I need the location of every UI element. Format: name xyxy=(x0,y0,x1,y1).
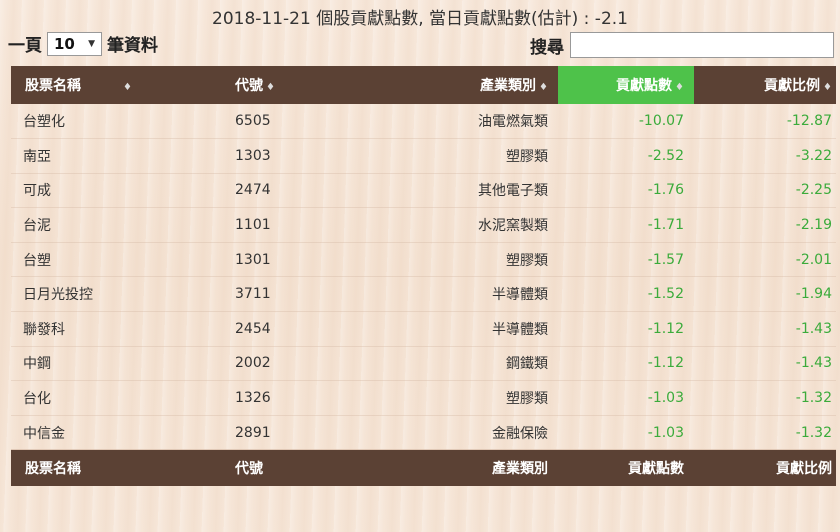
chevron-down-icon: ▼ xyxy=(88,38,95,49)
stock-code: 2454 xyxy=(235,320,271,337)
stock-name: 台塑化 xyxy=(23,114,65,131)
contribution-ratio: -1.94 xyxy=(795,286,832,303)
table-row: 台塑 1301 塑膠類 -1.57 -2.01 xyxy=(11,242,836,277)
stock-name: 日月光投控 xyxy=(23,287,93,304)
contribution-table: 股票名稱 ♦ 代號 ♦ 產業類別 ♦ 貢獻點數 ♦ 貢獻比例 ♦ 台塑化 6505 油電燃… xyxy=(11,66,836,486)
page-length-select[interactable]: 10 ▼ xyxy=(47,31,102,56)
page-length-suffix: 筆資料 xyxy=(107,36,158,56)
industry: 半導體類 xyxy=(492,287,548,304)
stock-name: 台塑 xyxy=(23,252,51,269)
sort-icon: ♦ xyxy=(123,82,132,93)
contribution-ratio: -1.43 xyxy=(795,320,832,337)
column-header-points[interactable]: 貢獻點數 ♦ xyxy=(558,66,694,104)
industry: 塑膠類 xyxy=(506,148,548,165)
table-row: 台泥 1101 水泥窯製類 -1.71 -2.19 xyxy=(11,208,836,243)
footer-industry: 產業類別 xyxy=(492,461,548,478)
search-control: 搜尋 xyxy=(530,32,834,58)
industry: 水泥窯製類 xyxy=(478,218,548,235)
page-length-control: 一頁 10 ▼ 筆資料 xyxy=(8,31,158,56)
table-row: 南亞 1303 塑膠類 -2.52 -3.22 xyxy=(11,139,836,174)
contribution-points: -1.71 xyxy=(647,217,684,234)
stock-name: 中信金 xyxy=(23,425,65,442)
contribution-ratio: -2.01 xyxy=(795,251,832,268)
industry: 塑膠類 xyxy=(506,391,548,408)
sort-icon: ♦ xyxy=(266,82,275,93)
stock-code: 3711 xyxy=(235,286,271,303)
table-row: 中鋼 2002 鋼鐵類 -1.12 -1.43 xyxy=(11,346,836,381)
table-row: 中信金 2891 金融保險 -1.03 -1.32 xyxy=(11,415,836,450)
stock-code: 2891 xyxy=(235,424,271,441)
contribution-ratio: -1.43 xyxy=(795,355,832,372)
contribution-ratio: -12.87 xyxy=(786,113,832,130)
table-row: 可成 2474 其他電子類 -1.76 -2.25 xyxy=(11,173,836,208)
sort-icon: ♦ xyxy=(823,82,832,93)
column-header-industry[interactable]: 產業類別 ♦ xyxy=(336,66,558,104)
contribution-points: -1.12 xyxy=(647,320,684,337)
contribution-points: -1.03 xyxy=(647,424,684,441)
stock-name: 南亞 xyxy=(23,148,51,165)
contribution-ratio: -2.19 xyxy=(795,217,832,234)
table-row: 台塑化 6505 油電燃氣類 -10.07 -12.87 xyxy=(11,104,836,139)
contribution-ratio: -3.22 xyxy=(795,147,832,164)
table-row: 聯發科 2454 半導體類 -1.12 -1.43 xyxy=(11,312,836,347)
search-label: 搜尋 xyxy=(530,37,564,58)
contribution-points: -1.12 xyxy=(647,355,684,372)
contribution-points: -1.03 xyxy=(647,390,684,407)
page-length-prefix: 一頁 xyxy=(8,36,42,56)
sort-icon: ♦ xyxy=(539,82,548,93)
page-length-value: 10 xyxy=(54,34,75,53)
contribution-points: -1.57 xyxy=(647,251,684,268)
table-row: 台化 1326 塑膠類 -1.03 -1.32 xyxy=(11,381,836,416)
page-title: 2018-11-21 個股貢獻點數, 當日貢獻點數(估計) : -2.1 xyxy=(212,9,628,29)
stock-name: 台化 xyxy=(23,391,51,408)
footer-name: 股票名稱 xyxy=(25,461,81,478)
table-footer-row: 股票名稱 代號 產業類別 貢獻點數 貢獻比例 xyxy=(11,449,836,486)
contribution-points: -2.52 xyxy=(647,147,684,164)
sort-icon: ♦ xyxy=(675,82,684,93)
stock-name: 台泥 xyxy=(23,218,51,235)
column-header-code[interactable]: 代號 ♦ xyxy=(221,66,336,104)
table-row: 日月光投控 3711 半導體類 -1.52 -1.94 xyxy=(11,277,836,312)
stock-code: 1303 xyxy=(235,147,271,164)
footer-points: 貢獻點數 xyxy=(628,461,684,478)
stock-code: 2474 xyxy=(235,182,271,199)
industry: 半導體類 xyxy=(492,321,548,338)
column-header-name[interactable]: 股票名稱 ♦ xyxy=(11,66,221,104)
contribution-points: -1.76 xyxy=(647,182,684,199)
stock-name: 聯發科 xyxy=(23,321,65,338)
stock-code: 2002 xyxy=(235,355,271,372)
footer-code: 代號 xyxy=(235,461,263,478)
contribution-ratio: -1.32 xyxy=(795,390,832,407)
stock-name: 可成 xyxy=(23,183,51,200)
industry: 其他電子類 xyxy=(478,183,548,200)
industry: 鋼鐵類 xyxy=(506,356,548,373)
industry: 金融保險 xyxy=(492,425,548,442)
contribution-points: -10.07 xyxy=(638,113,684,130)
stock-name: 中鋼 xyxy=(23,356,51,373)
table-header-row: 股票名稱 ♦ 代號 ♦ 產業類別 ♦ 貢獻點數 ♦ 貢獻比例 ♦ xyxy=(11,66,836,104)
contribution-ratio: -2.25 xyxy=(795,182,832,199)
stock-code: 1301 xyxy=(235,251,271,268)
industry: 塑膠類 xyxy=(506,252,548,269)
column-header-ratio[interactable]: 貢獻比例 ♦ xyxy=(694,66,836,104)
industry: 油電燃氣類 xyxy=(478,114,548,131)
search-input[interactable] xyxy=(570,32,834,58)
contribution-ratio: -1.32 xyxy=(795,424,832,441)
stock-code: 6505 xyxy=(235,113,271,130)
footer-ratio: 貢獻比例 xyxy=(776,461,832,478)
stock-code: 1101 xyxy=(235,217,271,234)
stock-code: 1326 xyxy=(235,390,271,407)
contribution-points: -1.52 xyxy=(647,286,684,303)
